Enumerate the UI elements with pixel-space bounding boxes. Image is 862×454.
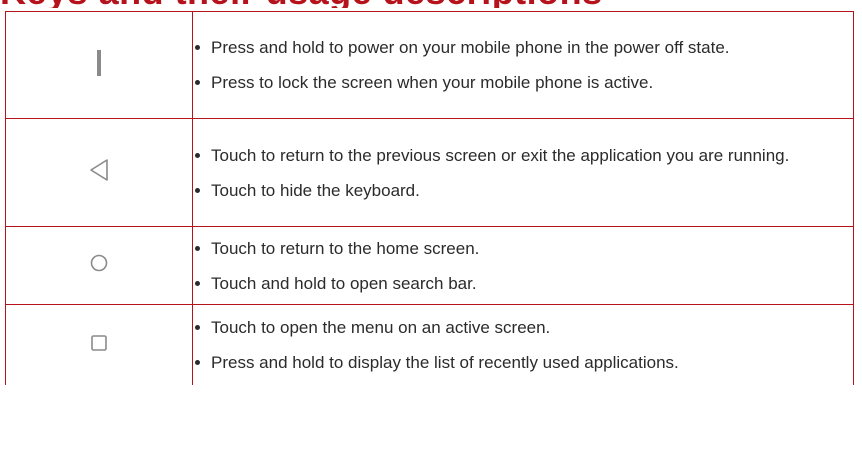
table-row: Touch to return to the home screen. Touc… [5,226,854,305]
table-row: Touch to open the menu on an active scre… [5,304,854,385]
section-heading-text: Keys and their usage descriptions [0,0,603,8]
icon-cell [5,11,193,119]
power-key-icon [95,49,103,82]
table-row: Press and hold to power on your mobile p… [5,11,854,119]
list-item: Press and hold to power on your mobile p… [193,30,853,65]
menu-key-icon [90,334,108,357]
description-cell: Touch to return to the previous screen o… [192,118,854,227]
description-cell: Touch to return to the home screen. Touc… [192,226,854,305]
home-key-icon [89,253,109,278]
keys-table: Press and hold to power on your mobile p… [5,11,854,385]
icon-cell [5,226,193,305]
list-item: Press and hold to display the list of re… [193,345,853,380]
back-key-icon [88,158,110,187]
list-item: Touch to return to the home screen. [193,231,853,266]
list-item: Touch to return to the previous screen o… [193,138,853,173]
list-item: Touch and hold to open search bar. [193,266,853,301]
icon-cell [5,118,193,227]
table-row: Touch to return to the previous screen o… [5,118,854,227]
list-item: Touch to open the menu on an active scre… [193,310,853,345]
icon-cell [5,304,193,385]
description-cell: Press and hold to power on your mobile p… [192,11,854,119]
description-cell: Touch to open the menu on an active scre… [192,304,854,385]
section-heading: Keys and their usage descriptions [0,0,862,8]
list-item: Press to lock the screen when your mobil… [193,65,853,100]
list-item: Touch to hide the keyboard. [193,173,853,208]
